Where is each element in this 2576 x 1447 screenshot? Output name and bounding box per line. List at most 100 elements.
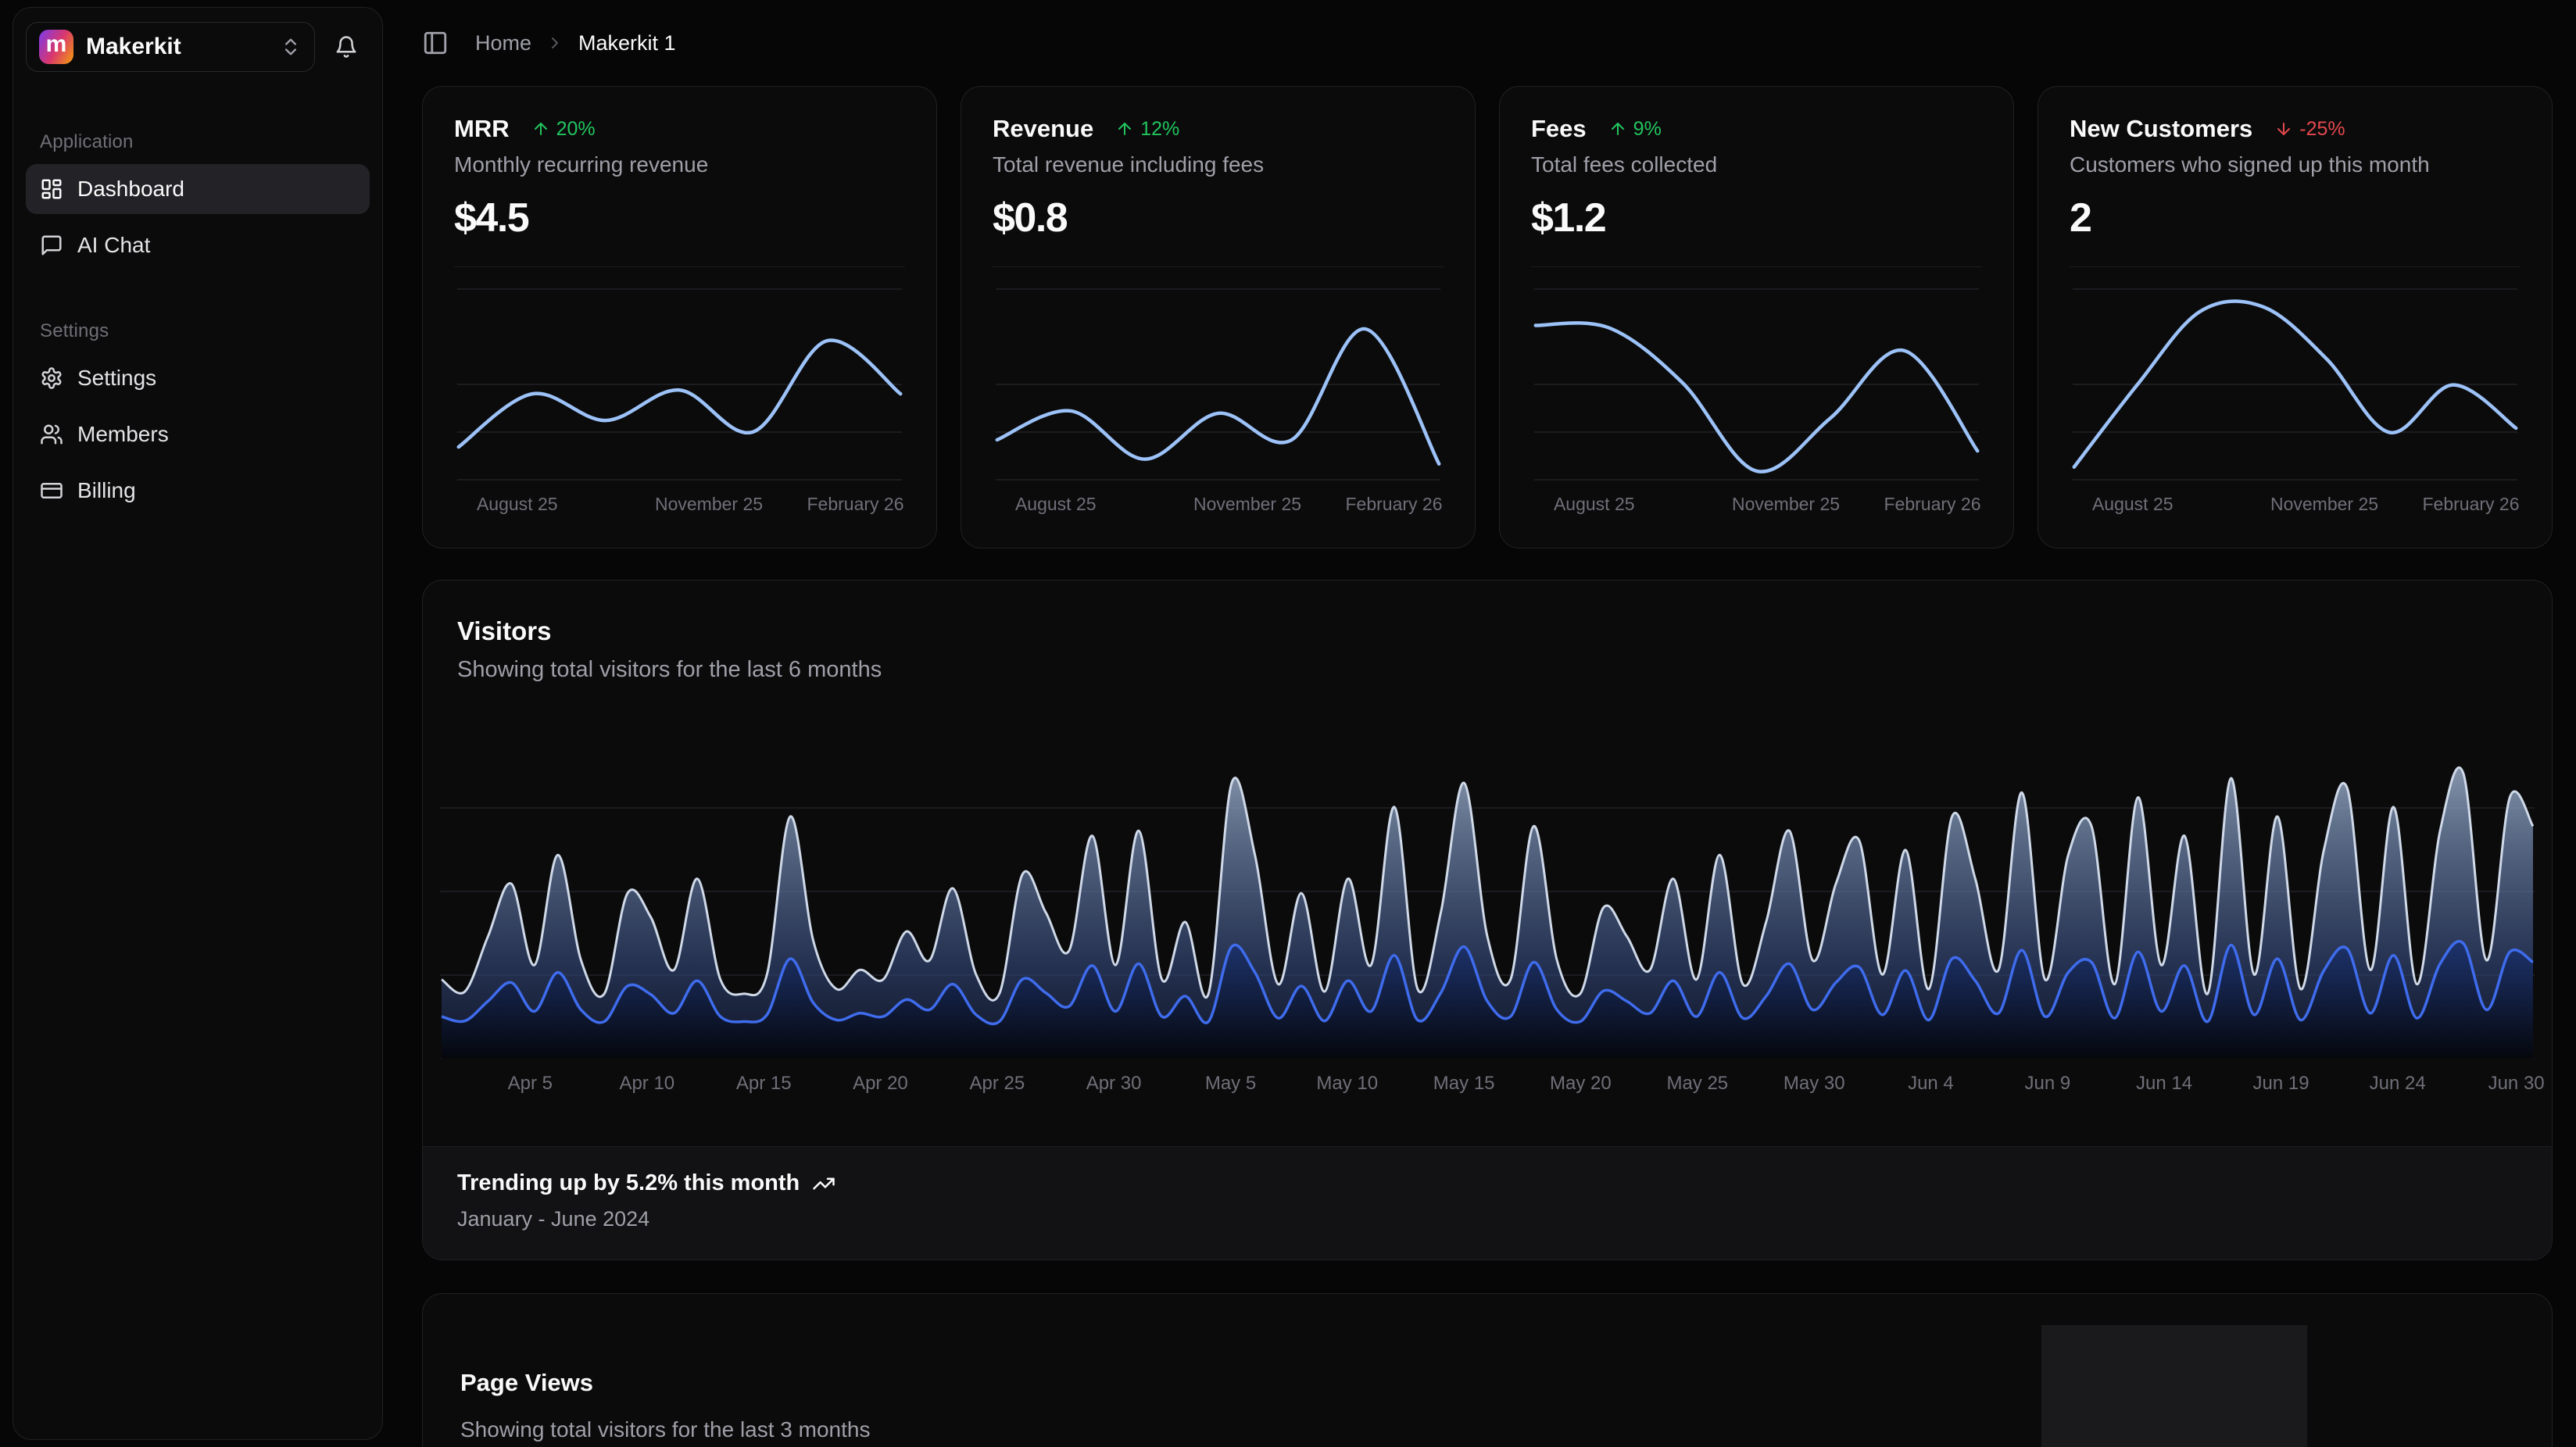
gear-icon: [40, 366, 63, 390]
badge-value: 20%: [556, 118, 596, 141]
badge-value: 9%: [1633, 118, 1662, 141]
sidebar-nav-application: Dashboard AI Chat: [26, 164, 370, 270]
visitors-title: Visitors: [457, 616, 2517, 646]
x-axis-label: February 26: [1884, 494, 1981, 515]
sparkline-chart: [993, 288, 1444, 481]
sidebar-toggle-button[interactable]: [422, 30, 449, 56]
visitors-card: Visitors Showing total visitors for the …: [422, 580, 2553, 1260]
x-axis-label: February 26: [2423, 494, 2520, 515]
x-axis-label: Jun 19: [2252, 1073, 2309, 1095]
sidebar: m Makerkit Application Dashboard AI Chat: [13, 7, 383, 1440]
x-axis-label: Apr 30: [1086, 1073, 1142, 1095]
main-content: Home Makerkit 1 MRR 20% Monthly recurrin…: [422, 0, 2553, 1447]
sidebar-section-settings: Settings: [40, 320, 356, 342]
stat-value: $4.5: [454, 195, 905, 241]
x-axis-label: Jun 4: [1908, 1073, 1954, 1095]
x-axis-label: November 25: [1193, 494, 1301, 515]
divider: [993, 266, 1444, 267]
desktop-stat-button[interactable]: Desktop 24,828: [2041, 1325, 2307, 1447]
sidebar-item-label: Settings: [77, 366, 156, 391]
chevron-right-icon: [546, 34, 564, 52]
mobile-stat-button[interactable]: Mobile 25,010: [2307, 1325, 2552, 1447]
arrow-up-icon: [1115, 120, 1134, 138]
divider: [1531, 266, 1982, 267]
divider: [2070, 266, 2521, 267]
sparkline-chart: [1531, 288, 1982, 481]
x-axis-label: Apr 25: [970, 1073, 1025, 1095]
x-axis-label: August 25: [477, 494, 558, 515]
visitors-subtitle: Showing total visitors for the last 6 mo…: [457, 657, 2517, 683]
trend-text: Trending up by 5.2% this month: [457, 1170, 800, 1196]
stat-title: Fees: [1531, 115, 1587, 143]
page-views-subtitle: Showing total visitors for the last 3 mo…: [460, 1417, 2041, 1442]
x-axis-label: Apr 20: [853, 1073, 908, 1095]
chevrons-up-down-icon: [280, 36, 302, 58]
makerkit-logo: m: [39, 30, 73, 64]
stat-cards-row: MRR 20% Monthly recurring revenue $4.5 A…: [422, 86, 2553, 548]
x-axis-label: May 30: [1784, 1073, 1845, 1095]
arrow-up-icon: [1608, 120, 1627, 138]
sparkline-chart: [454, 288, 905, 481]
message-square-icon: [40, 234, 63, 257]
users-icon: [40, 423, 63, 446]
page-views-title: Page Views: [460, 1369, 2041, 1397]
workspace-name: Makerkit: [86, 34, 267, 60]
stat-value: 2: [2070, 195, 2521, 241]
x-axis-label: May 20: [1550, 1073, 1612, 1095]
sidebar-item-billing[interactable]: Billing: [26, 466, 370, 516]
x-axis-label: Apr 10: [619, 1073, 674, 1095]
stat-subtitle: Customers who signed up this month: [2070, 152, 2521, 177]
stat-card-mrr: MRR 20% Monthly recurring revenue $4.5 A…: [422, 86, 937, 548]
breadcrumb: Home Makerkit 1: [422, 0, 2553, 63]
x-axis-label: November 25: [1732, 494, 1840, 515]
sidebar-item-ai-chat[interactable]: AI Chat: [26, 220, 370, 270]
workspace-selector[interactable]: m Makerkit: [26, 22, 315, 72]
sidebar-item-settings[interactable]: Settings: [26, 353, 370, 403]
x-axis-label: Apr 15: [736, 1073, 792, 1095]
layout-dashboard-icon: [40, 177, 63, 201]
trend-badge: 9%: [1608, 118, 1662, 141]
date-range-text: January - June 2024: [457, 1207, 2517, 1231]
x-axis-label: February 26: [1346, 494, 1443, 515]
panel-left-icon: [422, 30, 449, 56]
sidebar-section-application: Application: [40, 131, 356, 153]
x-axis-label: August 25: [1015, 494, 1097, 515]
x-axis-label: Jun 30: [2488, 1073, 2545, 1095]
stat-card-new-customers: New Customers -25% Customers who signed …: [2038, 86, 2553, 548]
x-axis-label: Jun 24: [2370, 1073, 2426, 1095]
visitors-x-axis: Apr 5 Apr 10 Apr 15 Apr 20 Apr 25 Apr 30 May 5…: [437, 1073, 2538, 1099]
divider: [454, 266, 905, 267]
page-views-card: Page Views Showing total visitors for th…: [422, 1293, 2553, 1447]
visitors-footer: Trending up by 5.2% this month January -…: [423, 1146, 2552, 1259]
x-axis-label: August 25: [1554, 494, 1635, 515]
badge-value: -25%: [2299, 118, 2345, 141]
x-axis-labels: August 25 November 25 February 26: [1531, 494, 1982, 520]
x-axis-label: May 15: [1433, 1073, 1495, 1095]
sidebar-item-label: AI Chat: [77, 233, 150, 258]
notifications-button[interactable]: [323, 23, 370, 70]
x-axis-label: February 26: [807, 494, 904, 515]
x-axis-label: Apr 5: [508, 1073, 553, 1095]
sidebar-item-dashboard[interactable]: Dashboard: [26, 164, 370, 214]
stat-title: Revenue: [993, 115, 1093, 143]
trend-badge: 20%: [531, 118, 596, 141]
arrow-down-icon: [2274, 120, 2293, 138]
sparkline-chart: [2070, 288, 2521, 481]
x-axis-labels: August 25 November 25 February 26: [2070, 494, 2521, 520]
x-axis-label: May 5: [1205, 1073, 1256, 1095]
sidebar-item-members[interactable]: Members: [26, 409, 370, 459]
x-axis-label: November 25: [2270, 494, 2378, 515]
stat-title: MRR: [454, 115, 510, 143]
trending-up-icon: [812, 1172, 835, 1195]
visitors-area-chart: [437, 703, 2538, 1059]
arrow-up-icon: [531, 120, 550, 138]
x-axis-labels: August 25 November 25 February 26: [454, 494, 905, 520]
breadcrumb-current: Makerkit 1: [578, 31, 676, 55]
badge-value: 12%: [1140, 118, 1179, 141]
breadcrumb-home-link[interactable]: Home: [475, 31, 531, 55]
sidebar-item-label: Billing: [77, 478, 136, 503]
stat-card-revenue: Revenue 12% Total revenue including fees…: [961, 86, 1476, 548]
stat-subtitle: Total revenue including fees: [993, 152, 1444, 177]
stat-subtitle: Monthly recurring revenue: [454, 152, 905, 177]
stat-subtitle: Total fees collected: [1531, 152, 1982, 177]
